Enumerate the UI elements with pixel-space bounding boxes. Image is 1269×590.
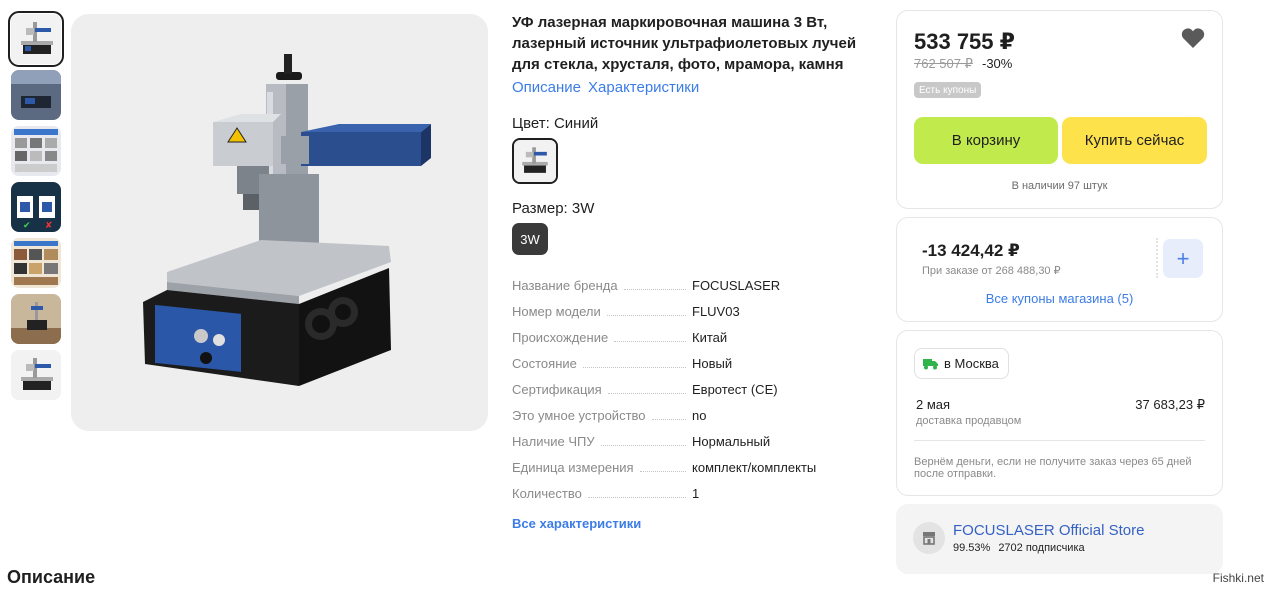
spec-key: Количество — [512, 485, 582, 501]
old-price: 762 507 ₽ — [914, 56, 973, 71]
store-name[interactable]: FOCUSLASER Official Store — [953, 522, 1144, 539]
thumbnail-gallery: ✔ ✘ — [8, 11, 64, 406]
spec-row: Состояние Новый — [512, 350, 877, 376]
buy-now-button[interactable]: Купить сейчас — [1062, 117, 1207, 164]
spec-row: Происхождение Китай — [512, 324, 877, 350]
thumbnail-3[interactable] — [11, 126, 61, 176]
stock-count: В наличии 97 штук — [1011, 180, 1108, 192]
thumbnail-2[interactable] — [11, 70, 61, 120]
product-title: УФ лазерная маркировочная машина 3 Вт, л… — [512, 14, 857, 73]
spec-key: Единица измерения — [512, 459, 634, 475]
spec-row: Единица измерения комплект/комплекты — [512, 454, 877, 480]
spec-value: Китай — [692, 329, 728, 345]
spec-key: Состояние — [512, 355, 577, 371]
truck-icon — [923, 358, 938, 369]
color-option-blue[interactable] — [512, 138, 558, 184]
store-card[interactable]: FOCUSLASER Official Store 99.53% 2702 под… — [896, 504, 1223, 574]
current-price: 533 755 ₽ — [914, 29, 1015, 54]
coupon: -13 424,42 ₽ При заказе от 268 488,30 ₽ — [914, 235, 1154, 281]
svg-text:✔: ✔ — [23, 221, 31, 231]
delivery-price: 37 683,23 ₽ — [1135, 397, 1205, 412]
all-specs-link[interactable]: Все характеристики — [512, 516, 877, 531]
divider — [914, 440, 1205, 441]
price-card: 533 755 ₽ 762 507 ₽ -30% Есть купоны В к… — [896, 10, 1223, 209]
spec-key: Название бренда — [512, 277, 618, 293]
spec-value: FLUV03 — [692, 303, 740, 319]
spec-value: Новый — [692, 355, 733, 371]
store-icon — [913, 522, 945, 554]
coupon-condition: При заказе от 268 488,30 ₽ — [922, 265, 1061, 277]
delivery-method: доставка продавцом — [916, 415, 1022, 427]
description-heading: Описание — [7, 567, 96, 587]
store-rating: 99.53% — [953, 542, 991, 554]
delivery-city: в Москва — [944, 356, 999, 371]
thumbnail-1[interactable] — [8, 11, 64, 67]
store-stats: 99.53% 2702 подписчика — [953, 542, 1093, 554]
product-main-image[interactable] — [71, 14, 488, 431]
product-info: УФ лазерная маркировочная машина 3 Вт, л… — [512, 12, 877, 531]
spec-value: no — [692, 407, 707, 423]
spec-row: Количество 1 — [512, 480, 877, 506]
spec-key: Происхождение — [512, 329, 609, 345]
spec-value: Нормальный — [692, 433, 771, 449]
size-option-3w[interactable]: 3W — [512, 223, 548, 255]
thumbnail-7[interactable] — [11, 350, 61, 400]
watermark: Fishki.net — [1212, 571, 1264, 585]
size-label: Размер: 3W — [512, 200, 595, 217]
color-label: Цвет: Синий — [512, 115, 599, 132]
spec-value: Евротест (CE) — [692, 381, 778, 397]
thumbnail-5[interactable] — [11, 238, 61, 288]
specs-list: Название бренда FOCUSLASER Номер модели FL… — [512, 272, 877, 506]
thumbnail-6[interactable] — [11, 294, 61, 344]
discount-percent: -30% — [982, 56, 1013, 71]
coupon-badge: Есть купоны — [914, 82, 982, 98]
spec-row: Это умное устройство no — [512, 402, 877, 428]
refund-note: Вернём деньги, если не получите заказ че… — [914, 456, 1192, 480]
spec-key: Номер модели — [512, 303, 601, 319]
spec-key: Это умное устройство — [512, 407, 646, 423]
spec-row: Название бренда FOCUSLASER — [512, 272, 877, 298]
coupon-card: -13 424,42 ₽ При заказе от 268 488,30 ₽ … — [896, 217, 1223, 322]
spec-value: FOCUSLASER — [692, 277, 781, 293]
spec-row: Номер модели FLUV03 — [512, 298, 877, 324]
spec-key: Наличие ЧПУ — [512, 433, 595, 449]
characteristics-link[interactable]: Характеристики — [588, 79, 699, 96]
svg-text:✘: ✘ — [45, 221, 53, 231]
all-coupons-link[interactable]: Все купоны магазина (5) — [897, 291, 1222, 306]
coupon-amount: -13 424,42 ₽ — [922, 241, 1020, 260]
store-subscribers: 2702 подписчика — [998, 542, 1085, 554]
description-link[interactable]: Описание — [512, 79, 581, 96]
spec-key: Сертификация — [512, 381, 602, 397]
delivery-city-selector[interactable]: в Москва — [914, 348, 1009, 379]
add-to-cart-button[interactable]: В корзину — [914, 117, 1058, 164]
spec-value: 1 — [692, 485, 700, 501]
get-coupon-button[interactable]: + — [1163, 239, 1203, 278]
spec-row: Сертификация Евротест (CE) — [512, 376, 877, 402]
spec-row: Наличие ЧПУ Нормальный — [512, 428, 877, 454]
heart-icon[interactable] — [1181, 27, 1205, 49]
section-links: Описание Характеристики — [512, 79, 877, 96]
coupon-divider — [1156, 238, 1158, 278]
delivery-card: в Москва 2 мая доставка продавцом 37 683… — [896, 330, 1223, 496]
thumbnail-4[interactable]: ✔ ✘ — [11, 182, 61, 232]
delivery-date: 2 мая — [916, 397, 951, 412]
spec-value: комплект/комплекты — [692, 459, 817, 475]
